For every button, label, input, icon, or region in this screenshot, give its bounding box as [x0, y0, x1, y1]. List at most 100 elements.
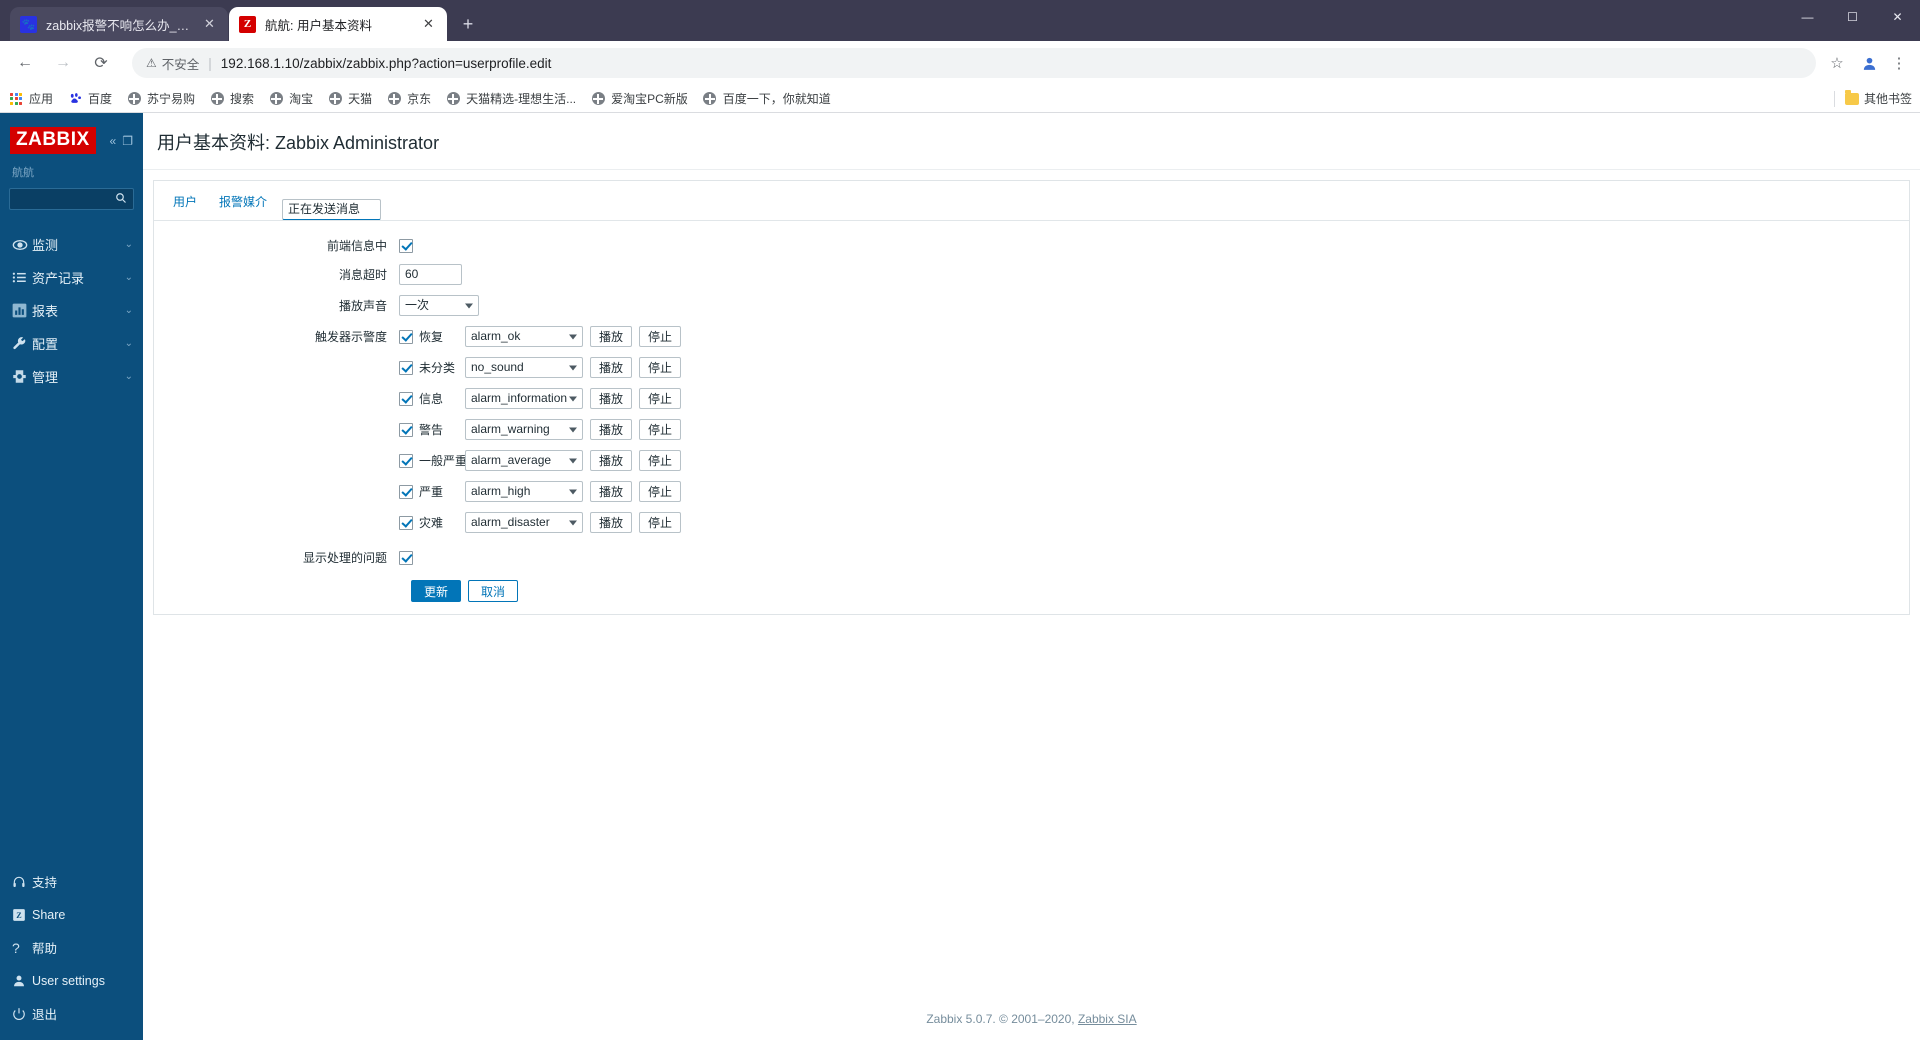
bookmark-search[interactable]: 搜索 [209, 90, 254, 107]
security-status[interactable]: ⚠ 不安全 [146, 54, 199, 73]
bookmark-apps[interactable]: 应用 [8, 90, 53, 107]
globe-icon [386, 91, 402, 107]
globe-icon [209, 91, 225, 107]
tab-user[interactable]: 用户 [166, 189, 204, 220]
new-tab-button[interactable]: + [454, 10, 482, 38]
severity-sound-select-recovery[interactable]: alarm_ok [465, 326, 583, 347]
sidebar-search[interactable] [0, 188, 143, 224]
bookmark-baidu[interactable]: 百度 [67, 90, 112, 107]
divider: | [208, 55, 212, 71]
play-button[interactable]: 播放 [590, 326, 633, 347]
play-button[interactable]: 播放 [590, 388, 633, 409]
form-row-severity-warning: 警告 alarm_warning 播放 停止 [154, 419, 1909, 440]
sidebar-item-support[interactable]: 支持 [0, 865, 143, 898]
form-row-severity-disaster: 灾难 alarm_disaster 播放 停止 [154, 512, 1909, 533]
update-button[interactable]: 更新 [411, 580, 462, 602]
sidebar-nav: 监测 ⌄ 资产记录 ⌄ 报表 ⌄ 配置 ⌄ 管理 ⌄ [0, 228, 143, 393]
sidebar-item-signout[interactable]: 退出 [0, 997, 143, 1030]
severity-checkbox-average[interactable] [399, 453, 413, 468]
stop-button[interactable]: 停止 [639, 388, 682, 409]
severity-sound-value: alarm_warning [465, 419, 583, 440]
cancel-button[interactable]: 取消 [468, 580, 519, 602]
footer-link[interactable]: Zabbix SIA [1078, 1012, 1137, 1026]
severity-name: 一般严重 [419, 454, 468, 468]
stop-button[interactable]: 停止 [639, 357, 682, 378]
maximize-icon[interactable]: ☐ [1830, 0, 1875, 33]
stop-button[interactable]: 停止 [639, 419, 682, 440]
share-zabbix-icon: Z [12, 908, 32, 922]
play-button[interactable]: 播放 [590, 481, 633, 502]
severity-checkbox-warning[interactable] [399, 422, 413, 437]
sidebar-item-monitoring[interactable]: 监测 ⌄ [0, 228, 143, 261]
tab-media[interactable]: 报警媒介 [212, 189, 274, 220]
back-icon[interactable]: ← [10, 48, 40, 78]
chevron-down-icon [569, 458, 577, 463]
severity-checkbox-high[interactable] [399, 484, 413, 499]
play-sound-select[interactable]: 一次 [399, 295, 479, 316]
severity-sound-select-high[interactable]: alarm_high [465, 481, 583, 502]
severity-sound-select-warning[interactable]: alarm_warning [465, 419, 583, 440]
search-input[interactable] [9, 188, 134, 210]
frontend-messaging-checkbox[interactable] [399, 238, 413, 253]
severity-name: 未分类 [419, 361, 456, 375]
other-bookmarks[interactable]: 其他书签 [1824, 90, 1912, 107]
sidebar-item-administration[interactable]: 管理 ⌄ [0, 360, 143, 393]
sidebar-item-share[interactable]: Z Share [0, 898, 143, 931]
sidebar-collapse-controls: « ❐ [110, 134, 133, 148]
profile-avatar-icon[interactable] [1856, 50, 1882, 76]
browser-menu-icon[interactable]: ⋮ [1888, 54, 1910, 72]
severity-sound-select-disaster[interactable]: alarm_disaster [465, 512, 583, 533]
bookmark-tmall[interactable]: 天猫 [327, 90, 372, 107]
severity-sound-select-average[interactable]: alarm_average [465, 450, 583, 471]
severity-sound-select-information[interactable]: alarm_information [465, 388, 583, 409]
bookmark-taobao[interactable]: 淘宝 [268, 90, 313, 107]
collapse-sidebar-icon[interactable]: « [110, 134, 117, 148]
sidebar-item-configuration[interactable]: 配置 ⌄ [0, 327, 143, 360]
hide-sidebar-icon[interactable]: ❐ [122, 134, 133, 148]
tab-messaging[interactable]: 正在发送消息 [282, 199, 382, 220]
bookmark-jd[interactable]: 京东 [386, 90, 431, 107]
close-icon[interactable]: ✕ [420, 16, 437, 33]
bookmark-baidu-home[interactable]: 百度一下，你就知道 [702, 90, 831, 107]
stop-button[interactable]: 停止 [639, 450, 682, 471]
close-icon[interactable]: ✕ [201, 16, 218, 33]
list-icon [12, 270, 32, 285]
close-window-icon[interactable]: ✕ [1875, 0, 1920, 33]
bookmark-tmall-select[interactable]: 天猫精选-理想生活... [445, 90, 576, 107]
bookmark-star-icon[interactable]: ☆ [1824, 50, 1850, 76]
show-suppressed-checkbox[interactable] [399, 550, 413, 565]
sidebar-item-user-settings[interactable]: User settings [0, 964, 143, 997]
severity-sound-value: alarm_disaster [465, 512, 583, 533]
play-button[interactable]: 播放 [590, 512, 633, 533]
bookmark-aitaobao[interactable]: 爱淘宝PC新版 [590, 90, 688, 107]
severity-checkbox-recovery[interactable] [399, 329, 413, 344]
stop-button[interactable]: 停止 [639, 512, 682, 533]
page-title: 用户基本资料: Zabbix Administrator [143, 113, 1920, 170]
reload-icon[interactable]: ⟳ [86, 48, 116, 78]
sidebar-item-help[interactable]: ? 帮助 [0, 931, 143, 964]
chevron-down-icon [569, 489, 577, 494]
browser-tab-1[interactable]: 🐾 zabbix报警不响怎么办_百度搜索 ✕ [10, 7, 228, 41]
play-button[interactable]: 播放 [590, 357, 633, 378]
address-bar[interactable]: ⚠ 不安全 | 192.168.1.10/zabbix/zabbix.php?a… [132, 48, 1816, 78]
page-viewport: ZABBIX « ❐ 航航 监测 ⌄ 资产记录 ⌄ 报表 ⌄ 配置 ⌄ 管理 ⌄… [0, 113, 1920, 1040]
forward-icon[interactable]: → [48, 48, 78, 78]
zabbix-logo[interactable]: ZABBIX [10, 127, 96, 154]
severity-checkbox-not-classified[interactable] [399, 360, 413, 375]
severity-sound-select-not-classified[interactable]: no_sound [465, 357, 583, 378]
message-timeout-input[interactable]: 60 [399, 264, 462, 285]
bookmark-suning[interactable]: 苏宁易购 [126, 90, 195, 107]
play-button[interactable]: 播放 [590, 419, 633, 440]
chevron-down-icon [569, 520, 577, 525]
bookmark-label: 爱淘宝PC新版 [611, 92, 688, 106]
chevron-down-icon [569, 365, 577, 370]
stop-button[interactable]: 停止 [639, 326, 682, 347]
sidebar-item-reports[interactable]: 报表 ⌄ [0, 294, 143, 327]
minimize-icon[interactable]: — [1785, 0, 1830, 33]
browser-tab-2[interactable]: Z 航航: 用户基本资料 ✕ [229, 7, 447, 41]
stop-button[interactable]: 停止 [639, 481, 682, 502]
severity-checkbox-disaster[interactable] [399, 515, 413, 530]
severity-checkbox-information[interactable] [399, 391, 413, 406]
play-button[interactable]: 播放 [590, 450, 633, 471]
sidebar-item-inventory[interactable]: 资产记录 ⌄ [0, 261, 143, 294]
